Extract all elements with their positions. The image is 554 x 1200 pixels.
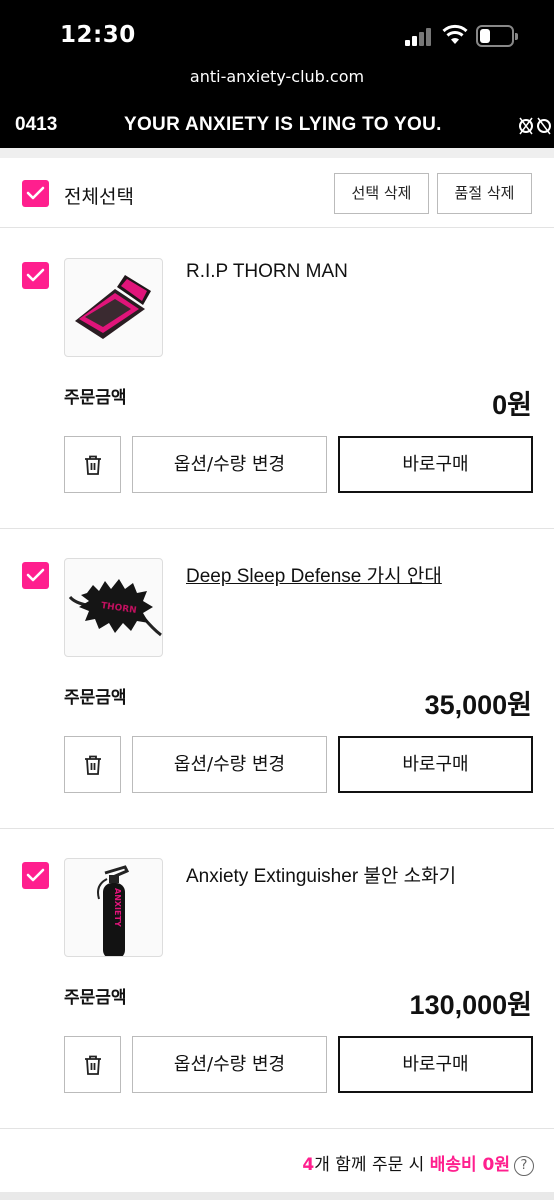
marquee-text: YOUR ANXIETY IS LYING TO YOU.	[124, 114, 442, 135]
delete-soldout-button[interactable]: 품절 삭제	[437, 173, 532, 214]
buy-now-button[interactable]: 바로구매	[338, 736, 533, 793]
club-logo-icon	[519, 117, 551, 135]
shipping-note-text: 개 함께 주문 시	[314, 1155, 430, 1175]
wifi-icon	[442, 24, 468, 44]
announcement-marquee: 0413 YOUR ANXIETY IS LYING TO YOU.	[0, 110, 554, 142]
change-option-button[interactable]: 옵션/수량 변경	[132, 436, 327, 493]
item-checkbox[interactable]	[22, 562, 49, 589]
product-image-coffin[interactable]	[64, 258, 163, 357]
marquee-number: 0413	[15, 114, 58, 135]
help-circle-icon[interactable]: ?	[514, 1156, 534, 1176]
trash-icon	[85, 1055, 101, 1075]
signal-icon	[405, 28, 435, 46]
cart-item: THORN Deep Sleep Defense 가시 안대 주문금액 35,0…	[0, 529, 554, 829]
cart-item: R.I.P THORN MAN 주문금액 0원 옵션/수량 변경 바로구매	[0, 229, 554, 529]
svg-text:ANXIETY: ANXIETY	[113, 888, 122, 927]
checkbox-checked-icon	[26, 868, 45, 882]
buy-now-button[interactable]: 바로구매	[338, 436, 533, 493]
battery-icon	[476, 25, 518, 47]
buy-now-button[interactable]: 바로구매	[338, 1036, 533, 1093]
product-name[interactable]: R.I.P THORN MAN	[186, 261, 348, 283]
checkbox-checked-icon	[26, 186, 45, 200]
item-checkbox[interactable]	[22, 862, 49, 889]
section-divider	[0, 148, 554, 158]
delete-selected-button[interactable]: 선택 삭제	[334, 173, 429, 214]
product-name[interactable]: Deep Sleep Defense 가시 안대	[186, 561, 442, 588]
order-amount-value: 35,000원	[424, 690, 532, 720]
product-image-eye-mask[interactable]: THORN	[64, 558, 163, 657]
delete-item-button[interactable]	[64, 736, 121, 793]
select-all-checkbox[interactable]	[22, 180, 49, 207]
cart-item: ANXIETY Anxiety Extinguisher 불안 소화기 주문금액…	[0, 829, 554, 1129]
free-shipping-note: 4개 함께 주문 시 배송비 0원?	[302, 1150, 534, 1176]
checkbox-checked-icon	[26, 568, 45, 582]
order-amount-value: 0원	[492, 390, 532, 420]
shipping-fee-highlight: 배송비 0원	[429, 1155, 510, 1175]
change-option-button[interactable]: 옵션/수량 변경	[132, 1036, 327, 1093]
item-checkbox[interactable]	[22, 262, 49, 289]
select-all-label: 전체선택	[64, 186, 134, 208]
order-amount-value: 130,000원	[409, 990, 532, 1020]
trash-icon	[85, 755, 101, 775]
delete-item-button[interactable]	[64, 436, 121, 493]
top-header: 12:30 anti-anxiety-club.com 0413 YOUR AN…	[0, 0, 554, 148]
trash-icon	[85, 455, 101, 475]
order-amount-label: 주문금액	[64, 988, 127, 1008]
change-option-button[interactable]: 옵션/수량 변경	[132, 736, 327, 793]
status-time: 12:30	[60, 22, 136, 48]
product-name[interactable]: Anxiety Extinguisher 불안 소화기	[186, 861, 456, 888]
checkbox-checked-icon	[26, 268, 45, 282]
order-amount-label: 주문금액	[64, 688, 127, 708]
url-bar[interactable]: anti-anxiety-club.com	[0, 67, 554, 86]
delete-item-button[interactable]	[64, 1036, 121, 1093]
order-amount-label: 주문금액	[64, 388, 127, 408]
select-all-row: 전체선택 선택 삭제 품절 삭제	[0, 158, 554, 228]
product-image-extinguisher[interactable]: ANXIETY	[64, 858, 163, 957]
bottom-divider	[0, 1192, 554, 1200]
shipping-item-count: 4	[302, 1155, 315, 1175]
